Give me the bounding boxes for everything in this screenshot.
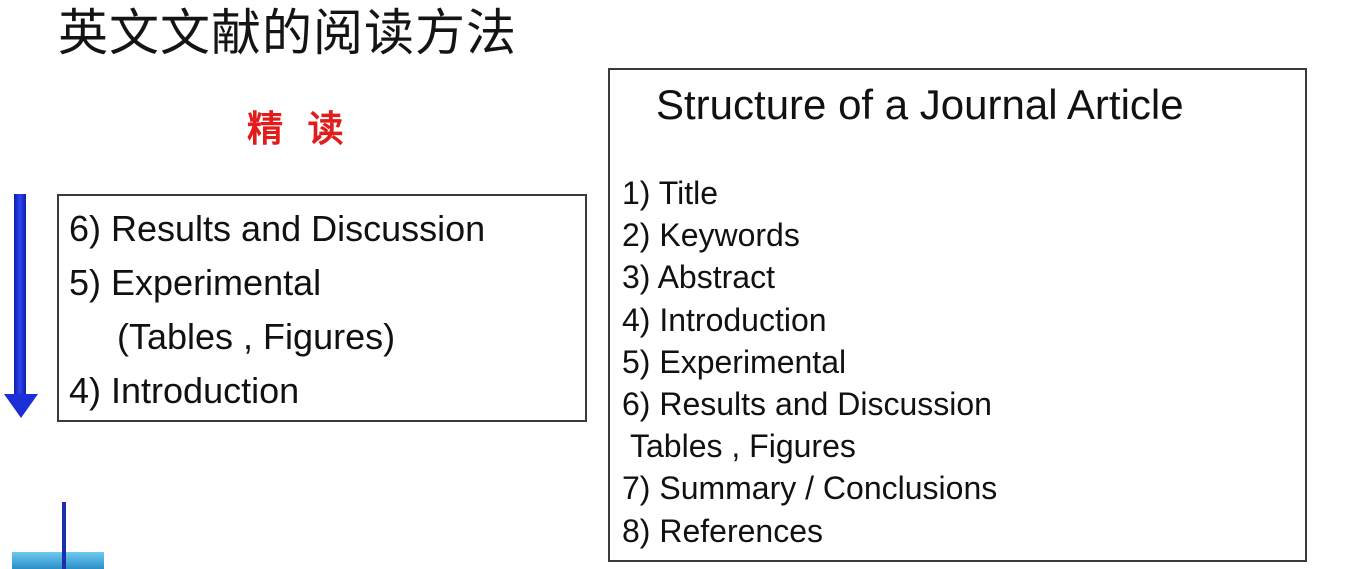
reading-order-box: 6) Results and Discussion 5) Experimenta… xyxy=(57,194,587,422)
journal-structure-box: Structure of a Journal Article 1) Title … xyxy=(608,68,1307,562)
reading-order-item: 6) Results and Discussion xyxy=(69,208,486,249)
structure-item: Tables , Figures xyxy=(630,428,856,465)
intensive-reading-label: 精 读 xyxy=(247,109,350,150)
structure-item: 5) Experimental xyxy=(622,343,847,380)
reading-order-item: (Tables , Figures) xyxy=(117,316,396,357)
structure-item: 3) Abstract xyxy=(622,259,775,296)
page-title: 英文文献的阅读方法 xyxy=(58,4,517,62)
reading-order-item: 4) Introduction xyxy=(69,370,300,411)
structure-item: 2) Keywords xyxy=(622,217,800,254)
structure-item: 4) Introduction xyxy=(622,301,827,338)
structure-list: 1) Title 2) Keywords 3) Abstract 4) Intr… xyxy=(622,172,997,552)
structure-item: 6) Results and Discussion xyxy=(622,386,992,423)
structure-item: 1) Title xyxy=(622,175,719,211)
pin-icon xyxy=(12,502,104,569)
reading-order-item: 5) Experimental xyxy=(69,262,322,303)
structure-title: Structure of a Journal Article xyxy=(656,81,1184,128)
structure-item: 8) References xyxy=(622,512,823,549)
structure-item: 7) Summary / Conclusions xyxy=(622,470,998,507)
down-arrow-icon xyxy=(4,194,38,418)
